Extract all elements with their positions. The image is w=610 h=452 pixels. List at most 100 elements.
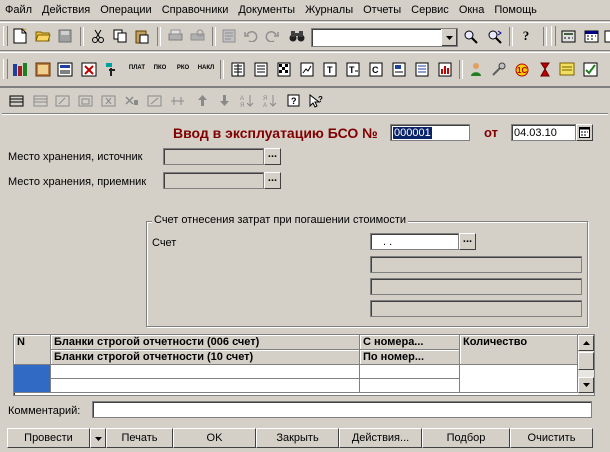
report-turnover-subaccount-icon[interactable]: T: [344, 60, 362, 78]
insert-row-icon[interactable]: [32, 92, 49, 109]
column-header-blanks-10[interactable]: Бланки строгой отчетности (10 счет): [51, 350, 360, 365]
toolbar-grip[interactable]: [3, 26, 8, 46]
column-header-n[interactable]: N: [14, 335, 51, 365]
storage-source-select-button[interactable]: ...: [264, 148, 281, 165]
report-summary-icon[interactable]: C: [367, 60, 385, 78]
menu-help[interactable]: Помощь: [489, 1, 542, 19]
toolbar-grip[interactable]: [3, 59, 8, 79]
sort-descending-icon[interactable]: ЯA: [262, 92, 279, 109]
report-balance-icon[interactable]: [229, 60, 247, 78]
transactions-journal-icon[interactable]: [56, 60, 74, 78]
account-select-button[interactable]: ...: [459, 233, 476, 250]
print-button[interactable]: Печать: [106, 428, 173, 448]
column-header-quantity[interactable]: Количество: [460, 335, 578, 365]
menu-actions[interactable]: Действия: [37, 1, 95, 19]
report-sheet-icon[interactable]: [413, 60, 431, 78]
undo-icon[interactable]: [242, 27, 260, 45]
redo-icon[interactable]: [263, 27, 281, 45]
cut-icon[interactable]: [89, 27, 107, 45]
post-button[interactable]: Провести: [7, 428, 90, 448]
1c-icon[interactable]: 1C: [512, 60, 532, 78]
post-dropdown-button[interactable]: [90, 428, 106, 448]
calendar-icon[interactable]: [582, 27, 600, 45]
selection-button[interactable]: Подбор: [422, 428, 510, 448]
cash-payment-button[interactable]: РКО: [173, 59, 193, 77]
column-header-from-number[interactable]: С номера...: [360, 335, 460, 350]
mark-delete-icon[interactable]: [123, 92, 140, 109]
table-vertical-scrollbar[interactable]: [578, 335, 594, 395]
report-chessboard-icon[interactable]: [275, 60, 293, 78]
open-folder-icon[interactable]: [34, 27, 52, 45]
clear-button[interactable]: Очистить: [510, 428, 593, 448]
operations-journal-icon[interactable]: [34, 60, 52, 78]
scroll-down-icon[interactable]: [578, 377, 594, 393]
find-next-icon[interactable]: [486, 27, 504, 45]
user-icon[interactable]: [467, 60, 485, 78]
properties-icon[interactable]: [220, 27, 238, 45]
check-icon[interactable]: [582, 60, 600, 78]
menu-references[interactable]: Справочники: [157, 1, 234, 19]
menu-file[interactable]: Файл: [0, 1, 37, 19]
menu-operations[interactable]: Операции: [95, 1, 156, 19]
print-preview-icon[interactable]: [188, 27, 206, 45]
menu-service[interactable]: Сервис: [406, 1, 454, 19]
report-chart-icon[interactable]: [436, 60, 454, 78]
timer-icon[interactable]: [536, 60, 554, 78]
edit-row-icon[interactable]: [54, 92, 71, 109]
chart-of-accounts-icon[interactable]: [11, 60, 29, 78]
chevron-down-icon[interactable]: [441, 29, 457, 46]
actions-button[interactable]: Действия...: [339, 428, 422, 448]
context-help-icon[interactable]: ?: [308, 92, 325, 109]
group-icon[interactable]: [169, 92, 186, 109]
print-icon[interactable]: [166, 27, 184, 45]
comment-field[interactable]: [92, 401, 592, 418]
delete-marked-icon[interactable]: [80, 60, 98, 78]
calculator-icon[interactable]: [559, 27, 577, 45]
calendar-button[interactable]: [576, 124, 593, 141]
delete-row-icon[interactable]: [100, 92, 117, 109]
storage-receiver-select-button[interactable]: ...: [264, 172, 281, 189]
notes-icon[interactable]: [558, 60, 576, 78]
search-combo[interactable]: [311, 28, 458, 47]
edit-cell-icon[interactable]: [146, 92, 163, 109]
table-cell[interactable]: [51, 379, 360, 393]
add-row-icon[interactable]: [8, 92, 25, 109]
move-up-icon[interactable]: [194, 92, 211, 109]
help-icon[interactable]: ?: [517, 27, 535, 45]
menu-documents[interactable]: Документы: [233, 1, 300, 19]
account-field[interactable]: . .: [370, 233, 459, 250]
storage-source-field[interactable]: [163, 148, 264, 165]
column-header-to-number[interactable]: По номер...: [360, 350, 460, 365]
document-date-field[interactable]: 04.03.10: [511, 124, 576, 141]
help-icon[interactable]: ?: [285, 92, 302, 109]
column-header-blanks-006[interactable]: Бланки строгой отчетности (006 счет): [51, 335, 360, 350]
save-icon[interactable]: [56, 27, 74, 45]
report-turnover-icon[interactable]: T: [321, 60, 339, 78]
find-icon[interactable]: [462, 27, 480, 45]
paste-icon[interactable]: [133, 27, 151, 45]
table-cell[interactable]: [360, 365, 460, 379]
ok-button[interactable]: OK: [173, 428, 256, 448]
report-analysis-icon[interactable]: [298, 60, 316, 78]
table-cell[interactable]: [51, 365, 360, 379]
close-button[interactable]: Закрыть: [256, 428, 339, 448]
table-row-marker[interactable]: [14, 365, 51, 393]
hand-icon[interactable]: [104, 60, 122, 78]
menu-reports[interactable]: Отчеты: [358, 1, 406, 19]
scroll-thumb[interactable]: [578, 352, 594, 370]
report-card-icon[interactable]: [390, 60, 408, 78]
new-document-icon[interactable]: [11, 27, 29, 45]
payment-order-button[interactable]: ПЛАТ: [127, 59, 147, 77]
report-account-card-icon[interactable]: [252, 60, 270, 78]
tools-icon[interactable]: [490, 60, 508, 78]
table-cell[interactable]: [460, 365, 578, 393]
binoculars-icon[interactable]: [288, 27, 306, 45]
toolbar-grip[interactable]: [551, 26, 556, 46]
move-down-icon[interactable]: [216, 92, 233, 109]
sort-ascending-icon[interactable]: AЯ: [239, 92, 256, 109]
invoice-button[interactable]: НАКЛ: [196, 59, 216, 77]
copy-row-icon[interactable]: [77, 92, 94, 109]
menu-journals[interactable]: Журналы: [300, 1, 358, 19]
cash-receipt-button[interactable]: ПКО: [150, 59, 170, 77]
scroll-up-icon[interactable]: [578, 335, 594, 351]
